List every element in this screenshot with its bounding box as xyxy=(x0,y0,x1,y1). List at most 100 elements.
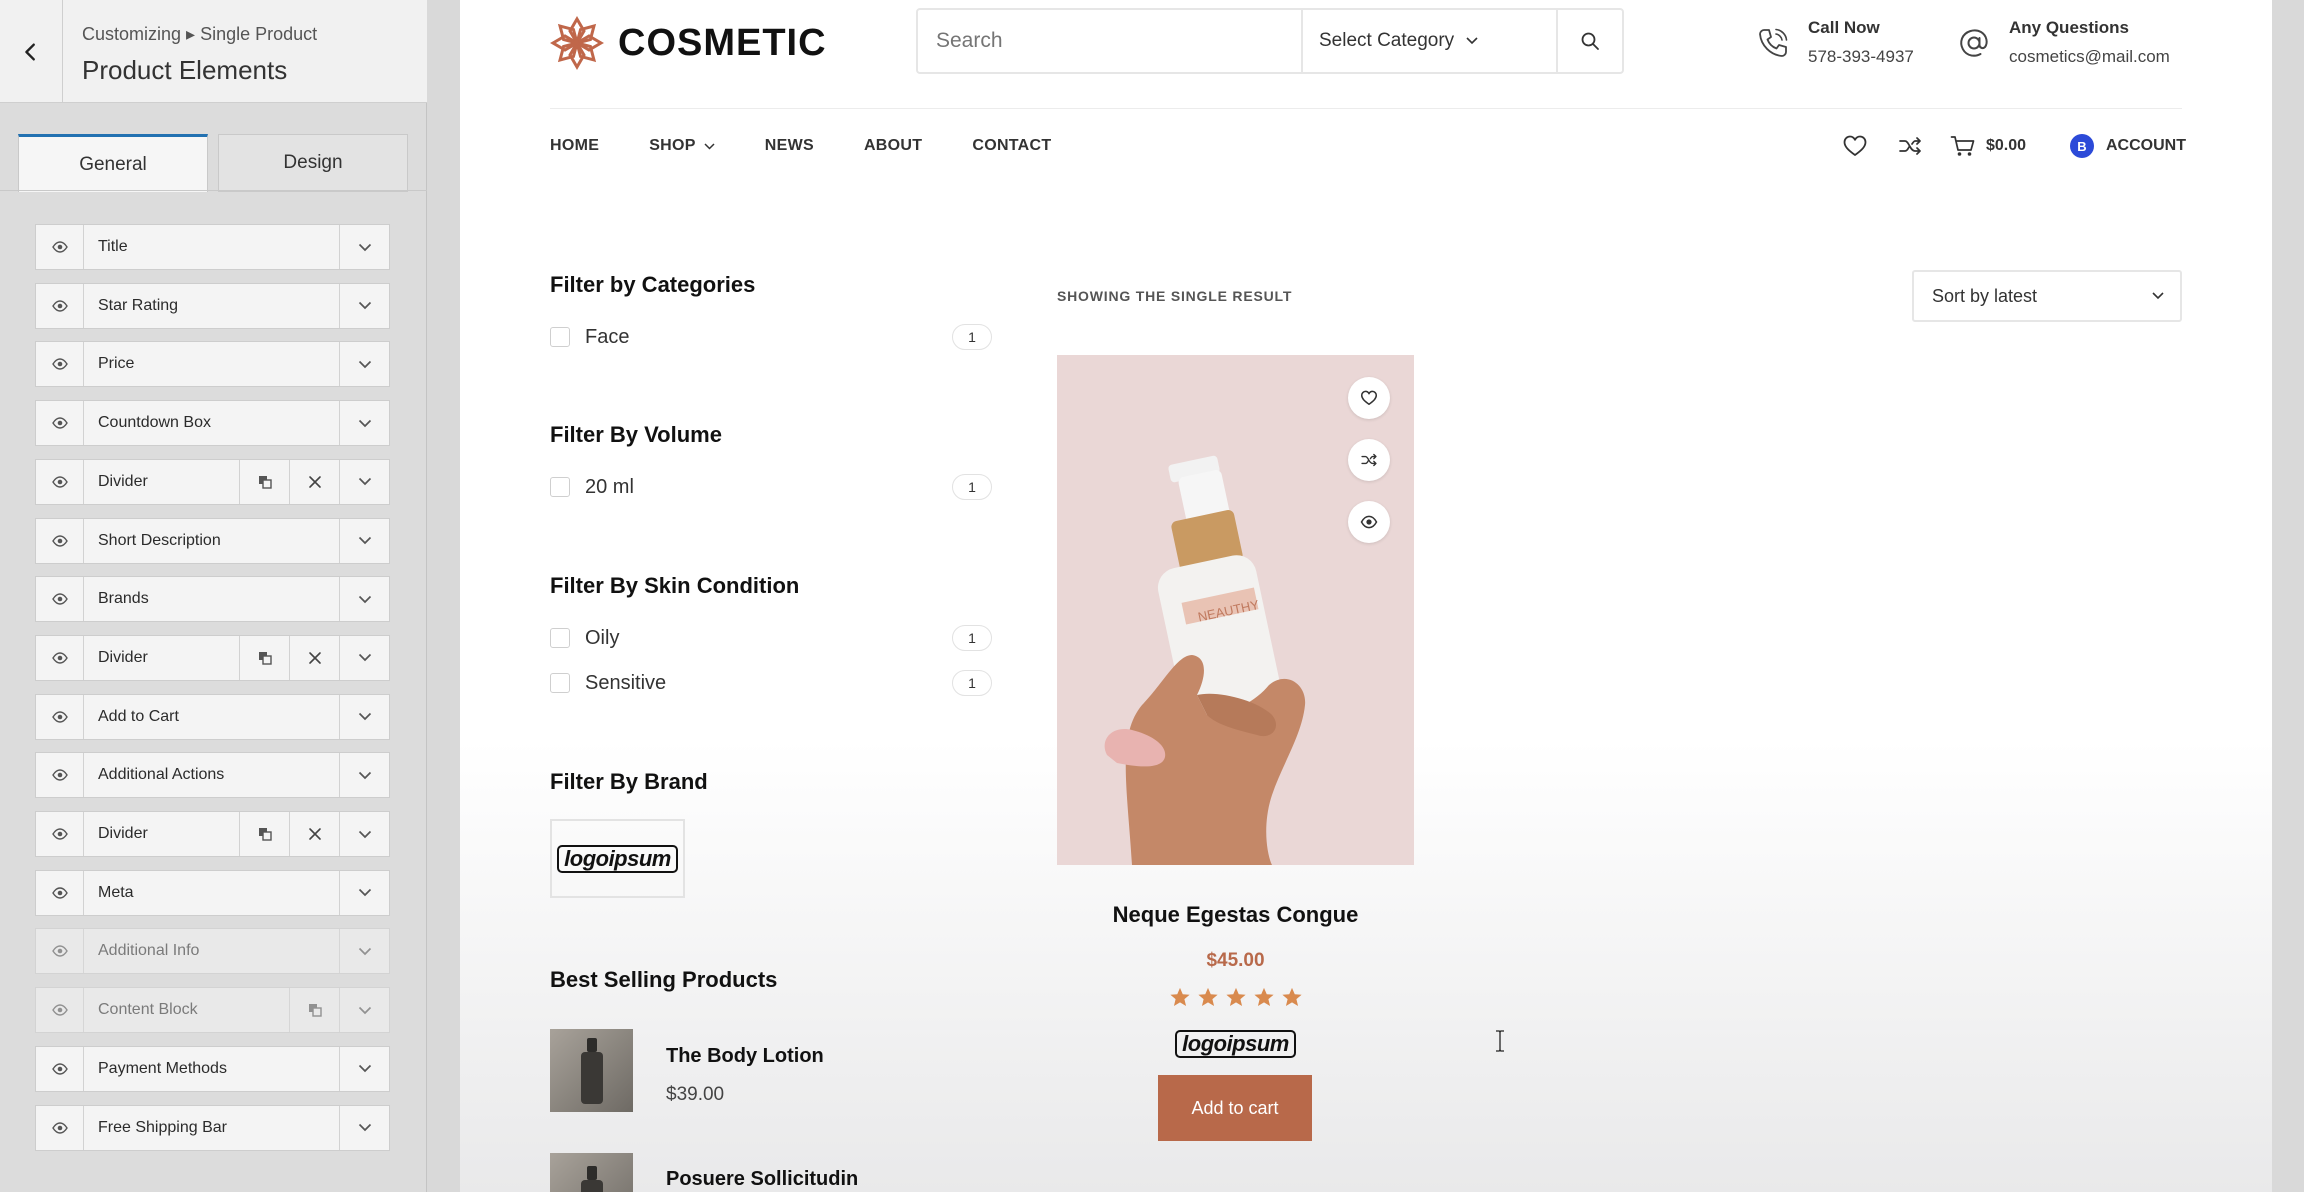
back-button[interactable] xyxy=(0,0,63,103)
star-icon xyxy=(1169,987,1190,1006)
checkbox[interactable] xyxy=(550,628,570,648)
expand-button[interactable] xyxy=(339,870,389,915)
product-thumbnail[interactable] xyxy=(550,1153,633,1192)
checkbox[interactable] xyxy=(550,477,570,497)
brand-filter-logoipsum[interactable]: logoipsum xyxy=(550,819,685,898)
search-input[interactable] xyxy=(918,10,1301,72)
expand-button[interactable] xyxy=(339,401,389,446)
best-selling-item[interactable]: Posuere Sollicitudin xyxy=(550,1153,858,1192)
visibility-toggle[interactable] xyxy=(36,812,84,856)
product-image[interactable]: NEAUTHY xyxy=(1057,355,1414,865)
visibility-toggle[interactable] xyxy=(36,870,84,915)
questions-block[interactable]: Any Questions cosmetics@mail.com xyxy=(1957,18,2170,67)
element-row[interactable]: Free Shipping Bar xyxy=(35,1104,390,1151)
element-row[interactable]: Star Rating xyxy=(35,282,390,329)
filter-option-oily[interactable]: Oily 1 xyxy=(550,623,992,653)
expand-button[interactable] xyxy=(339,577,389,622)
visibility-toggle[interactable] xyxy=(36,635,84,680)
account-button[interactable]: B ACCOUNT xyxy=(2070,134,2186,158)
element-row[interactable]: Divider xyxy=(35,634,390,681)
expand-button[interactable] xyxy=(339,283,389,328)
quick-view-button[interactable] xyxy=(1348,501,1390,543)
element-row[interactable]: Price xyxy=(35,341,390,388)
expand-button[interactable] xyxy=(339,753,389,798)
element-row[interactable]: Countdown Box xyxy=(35,400,390,447)
product-thumbnail[interactable] xyxy=(550,1029,633,1112)
visibility-toggle[interactable] xyxy=(36,1046,84,1091)
tab-design[interactable]: Design xyxy=(218,134,408,192)
category-select[interactable]: Select Category xyxy=(1301,10,1556,72)
site-logo[interactable]: COSMETIC xyxy=(550,16,827,70)
best-selling-item[interactable]: The Body Lotion $39.00 xyxy=(550,1029,824,1112)
nav-contact[interactable]: CONTACT xyxy=(972,137,1051,155)
expand-button[interactable] xyxy=(339,988,389,1033)
duplicate-button[interactable] xyxy=(239,812,289,856)
product-title[interactable]: Neque Egestas Congue xyxy=(1057,902,1414,928)
remove-button[interactable] xyxy=(289,459,339,504)
cart-button[interactable]: $0.00 xyxy=(1950,134,2026,158)
visibility-toggle[interactable] xyxy=(36,342,84,387)
element-row[interactable]: Title xyxy=(35,224,390,270)
expand-button[interactable] xyxy=(339,1046,389,1091)
element-row[interactable]: Short Description xyxy=(35,517,390,564)
expand-button[interactable] xyxy=(339,518,389,563)
visibility-toggle[interactable] xyxy=(36,401,84,446)
expand-button[interactable] xyxy=(339,342,389,387)
call-now-block[interactable]: Call Now 578-393-4937 xyxy=(1756,18,1914,67)
duplicate-button[interactable] xyxy=(239,635,289,680)
element-row[interactable]: Additional Info xyxy=(35,928,390,975)
wishlist-button[interactable] xyxy=(1842,134,1868,158)
element-row[interactable]: Divider xyxy=(35,458,390,505)
best-selling-name[interactable]: The Body Lotion xyxy=(666,1045,824,1068)
visibility-toggle[interactable] xyxy=(36,577,84,622)
nav-about[interactable]: ABOUT xyxy=(864,137,922,155)
tab-general[interactable]: General xyxy=(18,134,208,192)
sort-select[interactable]: Sort by latest xyxy=(1912,270,2182,322)
product-brand-logo[interactable]: logoipsum xyxy=(1057,1030,1414,1058)
checkbox[interactable] xyxy=(550,327,570,347)
filter-option-20ml[interactable]: 20 ml 1 xyxy=(550,472,992,502)
element-row[interactable]: Meta xyxy=(35,869,390,916)
compare-button[interactable] xyxy=(1897,134,1923,158)
search-button[interactable] xyxy=(1556,10,1622,72)
visibility-toggle[interactable] xyxy=(36,694,84,739)
element-row[interactable]: Payment Methods xyxy=(35,1045,390,1092)
visibility-toggle[interactable] xyxy=(36,988,84,1033)
visibility-toggle[interactable] xyxy=(36,929,84,974)
visibility-toggle[interactable] xyxy=(36,1105,84,1150)
expand-button[interactable] xyxy=(339,812,389,856)
eye-icon xyxy=(51,476,68,488)
expand-button[interactable] xyxy=(339,225,389,269)
visibility-toggle[interactable] xyxy=(36,283,84,328)
nav-home[interactable]: HOME xyxy=(550,137,599,155)
add-to-wishlist-button[interactable] xyxy=(1348,377,1390,419)
duplicate-button[interactable] xyxy=(239,459,289,504)
visibility-toggle[interactable] xyxy=(36,459,84,504)
expand-button[interactable] xyxy=(339,635,389,680)
add-to-cart-button[interactable]: Add to cart xyxy=(1158,1075,1312,1141)
remove-button[interactable] xyxy=(289,812,339,856)
expand-button[interactable] xyxy=(339,929,389,974)
checkbox[interactable] xyxy=(550,673,570,693)
expand-button[interactable] xyxy=(339,694,389,739)
best-selling-name[interactable]: Posuere Sollicitudin xyxy=(666,1168,858,1191)
element-row[interactable]: Additional Actions xyxy=(35,752,390,799)
element-row[interactable]: Add to Cart xyxy=(35,693,390,740)
chevron-down-icon xyxy=(358,419,371,427)
remove-button[interactable] xyxy=(289,635,339,680)
add-to-compare-button[interactable] xyxy=(1348,439,1390,481)
expand-button[interactable] xyxy=(339,1105,389,1150)
visibility-toggle[interactable] xyxy=(36,753,84,798)
nav-news[interactable]: NEWS xyxy=(765,137,814,155)
eye-icon xyxy=(1360,515,1378,529)
element-row[interactable]: Divider xyxy=(35,811,390,857)
element-row[interactable]: Content Block xyxy=(35,987,390,1034)
element-row[interactable]: Brands xyxy=(35,576,390,623)
filter-option-face[interactable]: Face 1 xyxy=(550,322,992,352)
expand-button[interactable] xyxy=(339,459,389,504)
filter-option-sensitive[interactable]: Sensitive 1 xyxy=(550,668,992,698)
visibility-toggle[interactable] xyxy=(36,518,84,563)
duplicate-button[interactable] xyxy=(289,988,339,1033)
visibility-toggle[interactable] xyxy=(36,225,84,269)
nav-shop[interactable]: SHOP xyxy=(649,137,715,155)
